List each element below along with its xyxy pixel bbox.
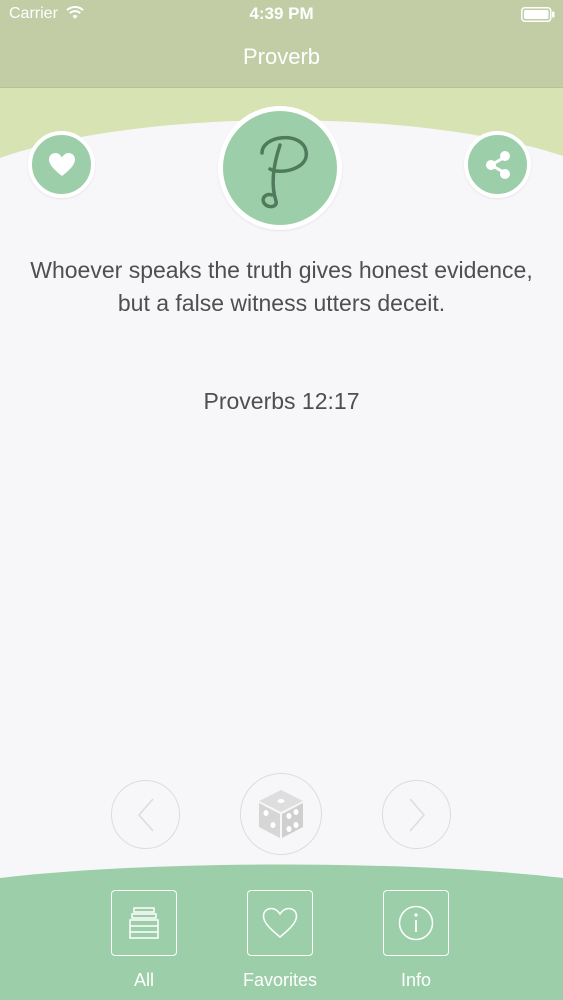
dice-icon <box>259 790 303 838</box>
tab-favorites-box[interactable] <box>247 890 313 956</box>
next-button[interactable] <box>382 780 451 849</box>
previous-button[interactable] <box>111 780 180 849</box>
tab-all-box[interactable] <box>111 890 177 956</box>
chevron-right-icon <box>408 798 425 831</box>
proverb-text: Whoever speaks the truth gives honest ev… <box>30 257 533 316</box>
page-title: Proverb <box>242 44 321 69</box>
chevron-left-icon <box>137 798 154 831</box>
tab-all-label: All <box>133 970 154 990</box>
tab-favorites-label: Favorites <box>242 970 318 990</box>
heart-outline-icon <box>262 907 298 938</box>
tab-info-box[interactable] <box>383 890 449 956</box>
favorite-button[interactable] <box>28 131 95 198</box>
random-button[interactable] <box>240 773 322 855</box>
clock: 4:39 PM <box>249 4 314 23</box>
status-bar: Carrier 4:39 PM <box>0 0 563 30</box>
stack-icon <box>129 907 159 939</box>
battery-icon <box>521 7 555 22</box>
nav-bar: Proverb <box>0 30 563 88</box>
tab-info[interactable]: Info <box>383 890 453 990</box>
proverb-logo-letter <box>260 135 308 209</box>
proverb-reference: Proverbs 12:17 <box>203 388 360 414</box>
info-icon <box>398 905 434 941</box>
tab-all[interactable]: All <box>111 890 181 990</box>
share-button[interactable] <box>464 131 531 198</box>
tab-favorites[interactable]: Favorites <box>243 890 317 990</box>
heart-icon <box>48 152 75 176</box>
tab-info-label: Info <box>400 970 432 990</box>
logo-badge <box>218 106 342 230</box>
share-icon <box>485 150 510 179</box>
